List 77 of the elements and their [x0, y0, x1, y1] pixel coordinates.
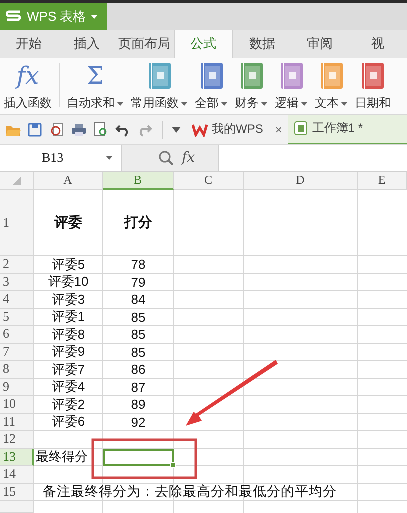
- table-cell-text: 85: [130, 344, 147, 361]
- dropdown-button[interactable]: [171, 126, 182, 132]
- table-cell-text: 评委: [53, 213, 84, 232]
- table-cell-text: 85: [130, 326, 147, 344]
- table-cell-text: 87: [130, 378, 147, 396]
- table-cell-text: 评委8: [50, 326, 86, 344]
- table-cell-text: 评委6: [50, 414, 86, 431]
- table-cell-text: 评委4: [50, 378, 86, 396]
- table-cell-text: 评委1: [50, 308, 86, 326]
- column-header[interactable]: C: [174, 172, 244, 190]
- ribbon-command[interactable]: 常用函数: [131, 63, 188, 112]
- table-cell-text: 89: [130, 396, 147, 414]
- table-cell-text: 79: [130, 274, 147, 291]
- document-tab[interactable]: 工作簿1 *: [288, 115, 407, 144]
- ribbon-command[interactable]: 财务: [235, 63, 268, 112]
- column-header[interactable]: D: [244, 172, 358, 190]
- row-header[interactable]: 2: [0, 256, 34, 274]
- table-cell-text: 评委5: [50, 256, 86, 274]
- selected-cell[interactable]: [103, 448, 174, 466]
- row-header[interactable]: 3: [0, 274, 34, 291]
- sum-icon: Σ: [87, 63, 104, 89]
- row-header[interactable]: 13: [0, 448, 34, 466]
- row-header[interactable]: 4: [0, 291, 34, 308]
- row-header[interactable]: 8: [0, 361, 34, 378]
- ribbon-tab[interactable]: 开始: [0, 30, 58, 58]
- table-cell-text: 评委3: [50, 291, 86, 308]
- caret-icon: [106, 156, 113, 160]
- table-cell-text: 评委9: [50, 344, 86, 361]
- table-cell-text: 85: [130, 308, 147, 326]
- row-header[interactable]: 9: [0, 378, 34, 396]
- ribbon-tab[interactable]: 页面布局: [116, 30, 174, 58]
- select-all-icon: [12, 176, 20, 184]
- table-cell-text: 评委2: [50, 396, 86, 414]
- table-cell-text: 86: [130, 361, 147, 378]
- ribbon-command[interactable]: Σ 自动求和: [67, 63, 124, 112]
- ribbon-tab[interactable]: 视: [349, 30, 407, 58]
- caret-icon: [91, 14, 98, 18]
- ribbon-tab[interactable]: 审阅: [291, 30, 350, 58]
- close-button[interactable]: ×: [273, 122, 284, 136]
- row-header[interactable]: 6: [0, 326, 34, 344]
- insert-function-button[interactable]: fx: [182, 150, 196, 166]
- table-cell-text: 评委7: [50, 361, 86, 378]
- table-cell-text: 78: [130, 256, 147, 274]
- row-header[interactable]: 7: [0, 344, 34, 361]
- ribbon-command[interactable]: 逻辑: [275, 63, 308, 112]
- table-cell-text: 备注最终得分为：去除最高分和最低分的平均分: [42, 484, 338, 501]
- column-header[interactable]: A: [34, 172, 103, 190]
- table-cell-text: 打分: [123, 213, 154, 232]
- row-header[interactable]: 10: [0, 396, 34, 414]
- column-header[interactable]: B: [103, 172, 174, 190]
- document-tab[interactable]: 我的WPS: [186, 115, 270, 144]
- function-icon: fx: [16, 63, 40, 89]
- search-icon[interactable]: [158, 150, 174, 166]
- fill-handle[interactable]: [170, 462, 176, 468]
- row-header[interactable]: 14: [0, 466, 34, 484]
- table-cell-text: 92: [130, 414, 147, 431]
- wps-logo-icon: [192, 122, 208, 136]
- logo-icon: [6, 10, 22, 24]
- print-icon[interactable]: [70, 122, 88, 138]
- workbook-icon: [294, 121, 308, 136]
- ribbon-command[interactable]: 全部: [195, 63, 228, 112]
- table-cell-text: 84: [130, 291, 147, 308]
- ribbon-command[interactable]: fx 插入函数: [4, 63, 52, 112]
- ribbon-tab[interactable]: 公式: [174, 30, 234, 58]
- row-header[interactable]: 11: [0, 414, 34, 431]
- row-header[interactable]: 5: [0, 308, 34, 326]
- ribbon-tab[interactable]: 插入: [58, 30, 116, 58]
- column-header[interactable]: E: [358, 172, 407, 190]
- table-cell-text: 评委10: [47, 274, 90, 291]
- row-header[interactable]: 12: [0, 431, 34, 448]
- row-header[interactable]: 1: [0, 190, 34, 256]
- ribbon-command[interactable]: 日期和: [355, 63, 391, 112]
- table-cell-text: 最终得分: [35, 448, 89, 466]
- ribbon-tab[interactable]: 数据: [233, 30, 292, 58]
- save-icon[interactable]: [26, 122, 44, 138]
- ribbon-command[interactable]: 文本: [315, 63, 348, 112]
- row-header[interactable]: 15: [0, 484, 34, 501]
